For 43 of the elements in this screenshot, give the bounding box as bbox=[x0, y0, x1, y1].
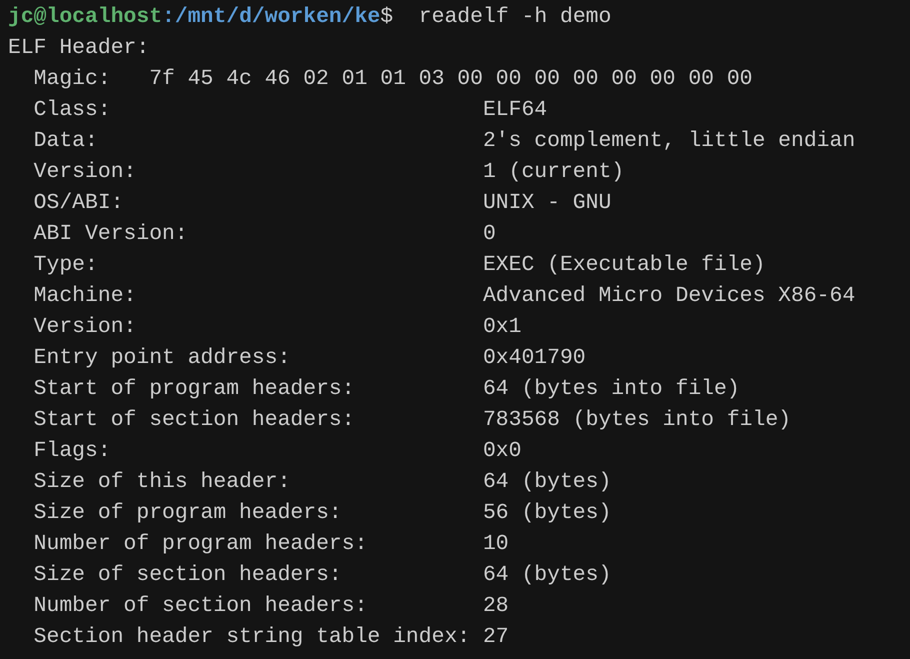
header-title: ELF Header: bbox=[8, 35, 150, 62]
field-label: ABI Version: bbox=[34, 221, 189, 248]
field-label: Type: bbox=[34, 252, 99, 279]
field-label: Size of section headers: bbox=[34, 562, 343, 589]
field-value: 64 (bytes) bbox=[482, 562, 612, 589]
field-value: ELF64 bbox=[482, 97, 548, 124]
field-label: Class: bbox=[34, 97, 112, 124]
field-label: Version: bbox=[34, 159, 138, 186]
command-text: readelf -h demo bbox=[418, 4, 612, 31]
field-label: Start of section headers: bbox=[34, 407, 356, 434]
field-label: Flags: bbox=[34, 438, 112, 465]
magic-bytes: 7f 45 4c 46 02 01 01 03 00 00 00 00 00 00 00 00 bbox=[149, 66, 753, 93]
field-label: Number of section headers: bbox=[34, 593, 368, 620]
field-value: 2's complement, little endian bbox=[482, 128, 856, 155]
field-label: OS/ABI: bbox=[34, 190, 125, 217]
field-label: Machine: bbox=[34, 283, 138, 310]
field-label: Section header string table index: bbox=[34, 624, 472, 651]
field-value: Advanced Micro Devices X86-64 bbox=[482, 283, 856, 310]
prompt-path: :/mnt/d/worken/ke bbox=[162, 4, 380, 31]
field-label: Version: bbox=[34, 314, 138, 341]
field-value: 0 bbox=[482, 221, 496, 248]
field-label: Magic: bbox=[34, 66, 112, 93]
field-label: Number of program headers: bbox=[34, 531, 368, 558]
field-value: 10 bbox=[482, 531, 509, 558]
field-label: Data: bbox=[34, 128, 99, 155]
field-label: Start of program headers: bbox=[34, 376, 356, 403]
field-value: 0x401790 bbox=[482, 345, 586, 372]
field-value: EXEC (Executable file) bbox=[482, 252, 766, 279]
field-value: 0x1 bbox=[482, 314, 522, 341]
field-value: 56 (bytes) bbox=[482, 500, 612, 527]
field-label: Size of program headers: bbox=[34, 500, 343, 527]
field-value: 64 (bytes into file) bbox=[482, 376, 740, 403]
field-label: Entry point address: bbox=[34, 345, 292, 372]
field-value: 783568 (bytes into file) bbox=[482, 407, 792, 434]
field-label: Size of this header: bbox=[34, 469, 292, 496]
field-value: 27 bbox=[482, 624, 509, 651]
prompt-symbol: $ bbox=[380, 4, 394, 31]
field-value: 64 (bytes) bbox=[482, 469, 612, 496]
field-value: 0x0 bbox=[482, 438, 522, 465]
field-value: UNIX - GNU bbox=[482, 190, 612, 217]
prompt-user-host: jc@localhost bbox=[8, 4, 162, 31]
field-value: 1 (current) bbox=[482, 159, 624, 186]
field-value: 28 bbox=[482, 593, 509, 620]
